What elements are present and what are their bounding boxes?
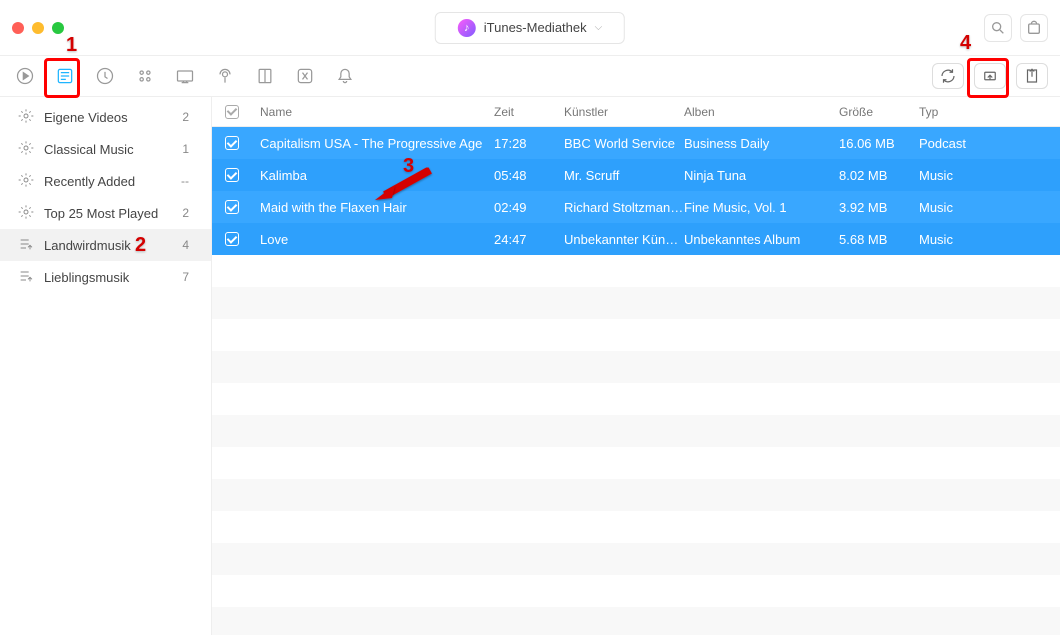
close-window-button[interactable]: [12, 22, 24, 34]
category-toolbar: [0, 55, 1060, 97]
table-row[interactable]: Maid with the Flaxen Hair 02:49 Richard …: [212, 191, 1060, 223]
cell-name: Capitalism USA - The Progressive Age: [252, 136, 494, 151]
sidebar-item-eigene-videos[interactable]: Eigene Videos 2: [0, 101, 211, 133]
table-header: Name Zeit Künstler Alben Größe Typ: [212, 97, 1060, 127]
table-row[interactable]: Kalimba 05:48 Mr. Scruff Ninja Tuna 8.02…: [212, 159, 1060, 191]
sidebar-item-label: Classical Music: [44, 142, 134, 157]
sidebar-item-count: 7: [182, 270, 189, 284]
cell-album: Business Daily: [684, 136, 839, 151]
header-name[interactable]: Name: [252, 105, 494, 119]
sidebar-item-recently-added[interactable]: Recently Added --: [0, 165, 211, 197]
play-icon[interactable]: [12, 63, 38, 89]
minimize-window-button[interactable]: [32, 22, 44, 34]
gear-icon: [18, 108, 34, 127]
sidebar-item-count: 2: [182, 110, 189, 124]
gear-icon: [18, 172, 34, 191]
cell-time: 17:28: [494, 136, 564, 151]
cell-type: Music: [919, 232, 1060, 247]
select-all-checkbox[interactable]: [225, 105, 239, 119]
cell-artist: BBC World Service: [564, 136, 684, 151]
apps-icon[interactable]: [132, 63, 158, 89]
sidebar-item-top25[interactable]: Top 25 Most Played 2: [0, 197, 211, 229]
cell-size: 16.06 MB: [839, 136, 919, 151]
sidebar-item-label: Recently Added: [44, 174, 135, 189]
sidebar-item-label: Landwirdmusik: [44, 238, 131, 253]
cell-size: 8.02 MB: [839, 168, 919, 183]
shopping-button[interactable]: [1020, 14, 1048, 42]
header-album[interactable]: Alben: [684, 105, 839, 119]
cell-size: 5.68 MB: [839, 232, 919, 247]
podcast-icon[interactable]: [212, 63, 238, 89]
playlist-icon: [18, 268, 34, 287]
sidebar-item-count: 2: [182, 206, 189, 220]
sidebar-item-label: Lieblingsmusik: [44, 270, 129, 285]
cell-album: Fine Music, Vol. 1: [684, 200, 839, 215]
refresh-button[interactable]: [932, 63, 964, 89]
cell-type: Music: [919, 168, 1060, 183]
sidebar: Eigene Videos 2 Classical Music 1 Recent…: [0, 97, 212, 635]
chevron-down-icon: ⌵: [595, 22, 603, 33]
audiobook-icon[interactable]: [252, 63, 278, 89]
header-time[interactable]: Zeit: [494, 105, 564, 119]
cell-artist: Richard Stoltzman/Slo...: [564, 200, 684, 215]
cell-type: Music: [919, 200, 1060, 215]
cell-name: Kalimba: [252, 168, 494, 183]
table-area: Name Zeit Künstler Alben Größe Typ Capit…: [212, 97, 1060, 635]
search-button[interactable]: [984, 14, 1012, 42]
cell-size: 3.92 MB: [839, 200, 919, 215]
playlist-icon[interactable]: [52, 63, 78, 89]
movies-icon[interactable]: [172, 63, 198, 89]
sidebar-item-label: Top 25 Most Played: [44, 206, 158, 221]
bell-icon[interactable]: [332, 63, 358, 89]
header-artist[interactable]: Künstler: [564, 105, 684, 119]
cell-name: Maid with the Flaxen Hair: [252, 200, 494, 215]
cell-album: Unbekanntes Album: [684, 232, 839, 247]
cell-artist: Unbekannter Künstler: [564, 232, 684, 247]
sidebar-item-classical-music[interactable]: Classical Music 1: [0, 133, 211, 165]
cell-time: 24:47: [494, 232, 564, 247]
row-checkbox[interactable]: [225, 200, 239, 214]
header-type[interactable]: Typ: [919, 105, 1060, 119]
sidebar-item-count: 1: [182, 142, 189, 156]
library-selector[interactable]: ♪ iTunes-Mediathek ⌵: [435, 12, 625, 44]
cell-name: Love: [252, 232, 494, 247]
maximize-window-button[interactable]: [52, 22, 64, 34]
cell-time: 02:49: [494, 200, 564, 215]
row-checkbox[interactable]: [225, 232, 239, 246]
sidebar-item-landwirdmusik[interactable]: Landwirdmusik 4: [0, 229, 211, 261]
cell-type: Podcast: [919, 136, 1060, 151]
content-body: Eigene Videos 2 Classical Music 1 Recent…: [0, 97, 1060, 635]
row-checkbox[interactable]: [225, 136, 239, 150]
sidebar-item-label: Eigene Videos: [44, 110, 128, 125]
gear-icon: [18, 140, 34, 159]
itunesu-icon[interactable]: [292, 63, 318, 89]
row-checkbox[interactable]: [225, 168, 239, 182]
header-size[interactable]: Größe: [839, 105, 919, 119]
traffic-lights: [12, 22, 64, 34]
export-button[interactable]: [1016, 63, 1048, 89]
library-title: iTunes-Mediathek: [484, 20, 587, 35]
sidebar-item-count: 4: [182, 238, 189, 252]
cell-time: 05:48: [494, 168, 564, 183]
sidebar-item-count: --: [181, 174, 189, 188]
cell-artist: Mr. Scruff: [564, 168, 684, 183]
ringtones-icon[interactable]: [92, 63, 118, 89]
playlist-icon: [18, 236, 34, 255]
cell-album: Ninja Tuna: [684, 168, 839, 183]
table-row[interactable]: Capitalism USA - The Progressive Age 17:…: [212, 127, 1060, 159]
title-bar: ♪ iTunes-Mediathek ⌵: [0, 0, 1060, 55]
sidebar-item-lieblingsmusik[interactable]: Lieblingsmusik 7: [0, 261, 211, 293]
itunes-icon: ♪: [458, 19, 476, 37]
table-row[interactable]: Love 24:47 Unbekannter Künstler Unbekann…: [212, 223, 1060, 255]
gear-icon: [18, 204, 34, 223]
send-to-device-button[interactable]: [974, 63, 1006, 89]
